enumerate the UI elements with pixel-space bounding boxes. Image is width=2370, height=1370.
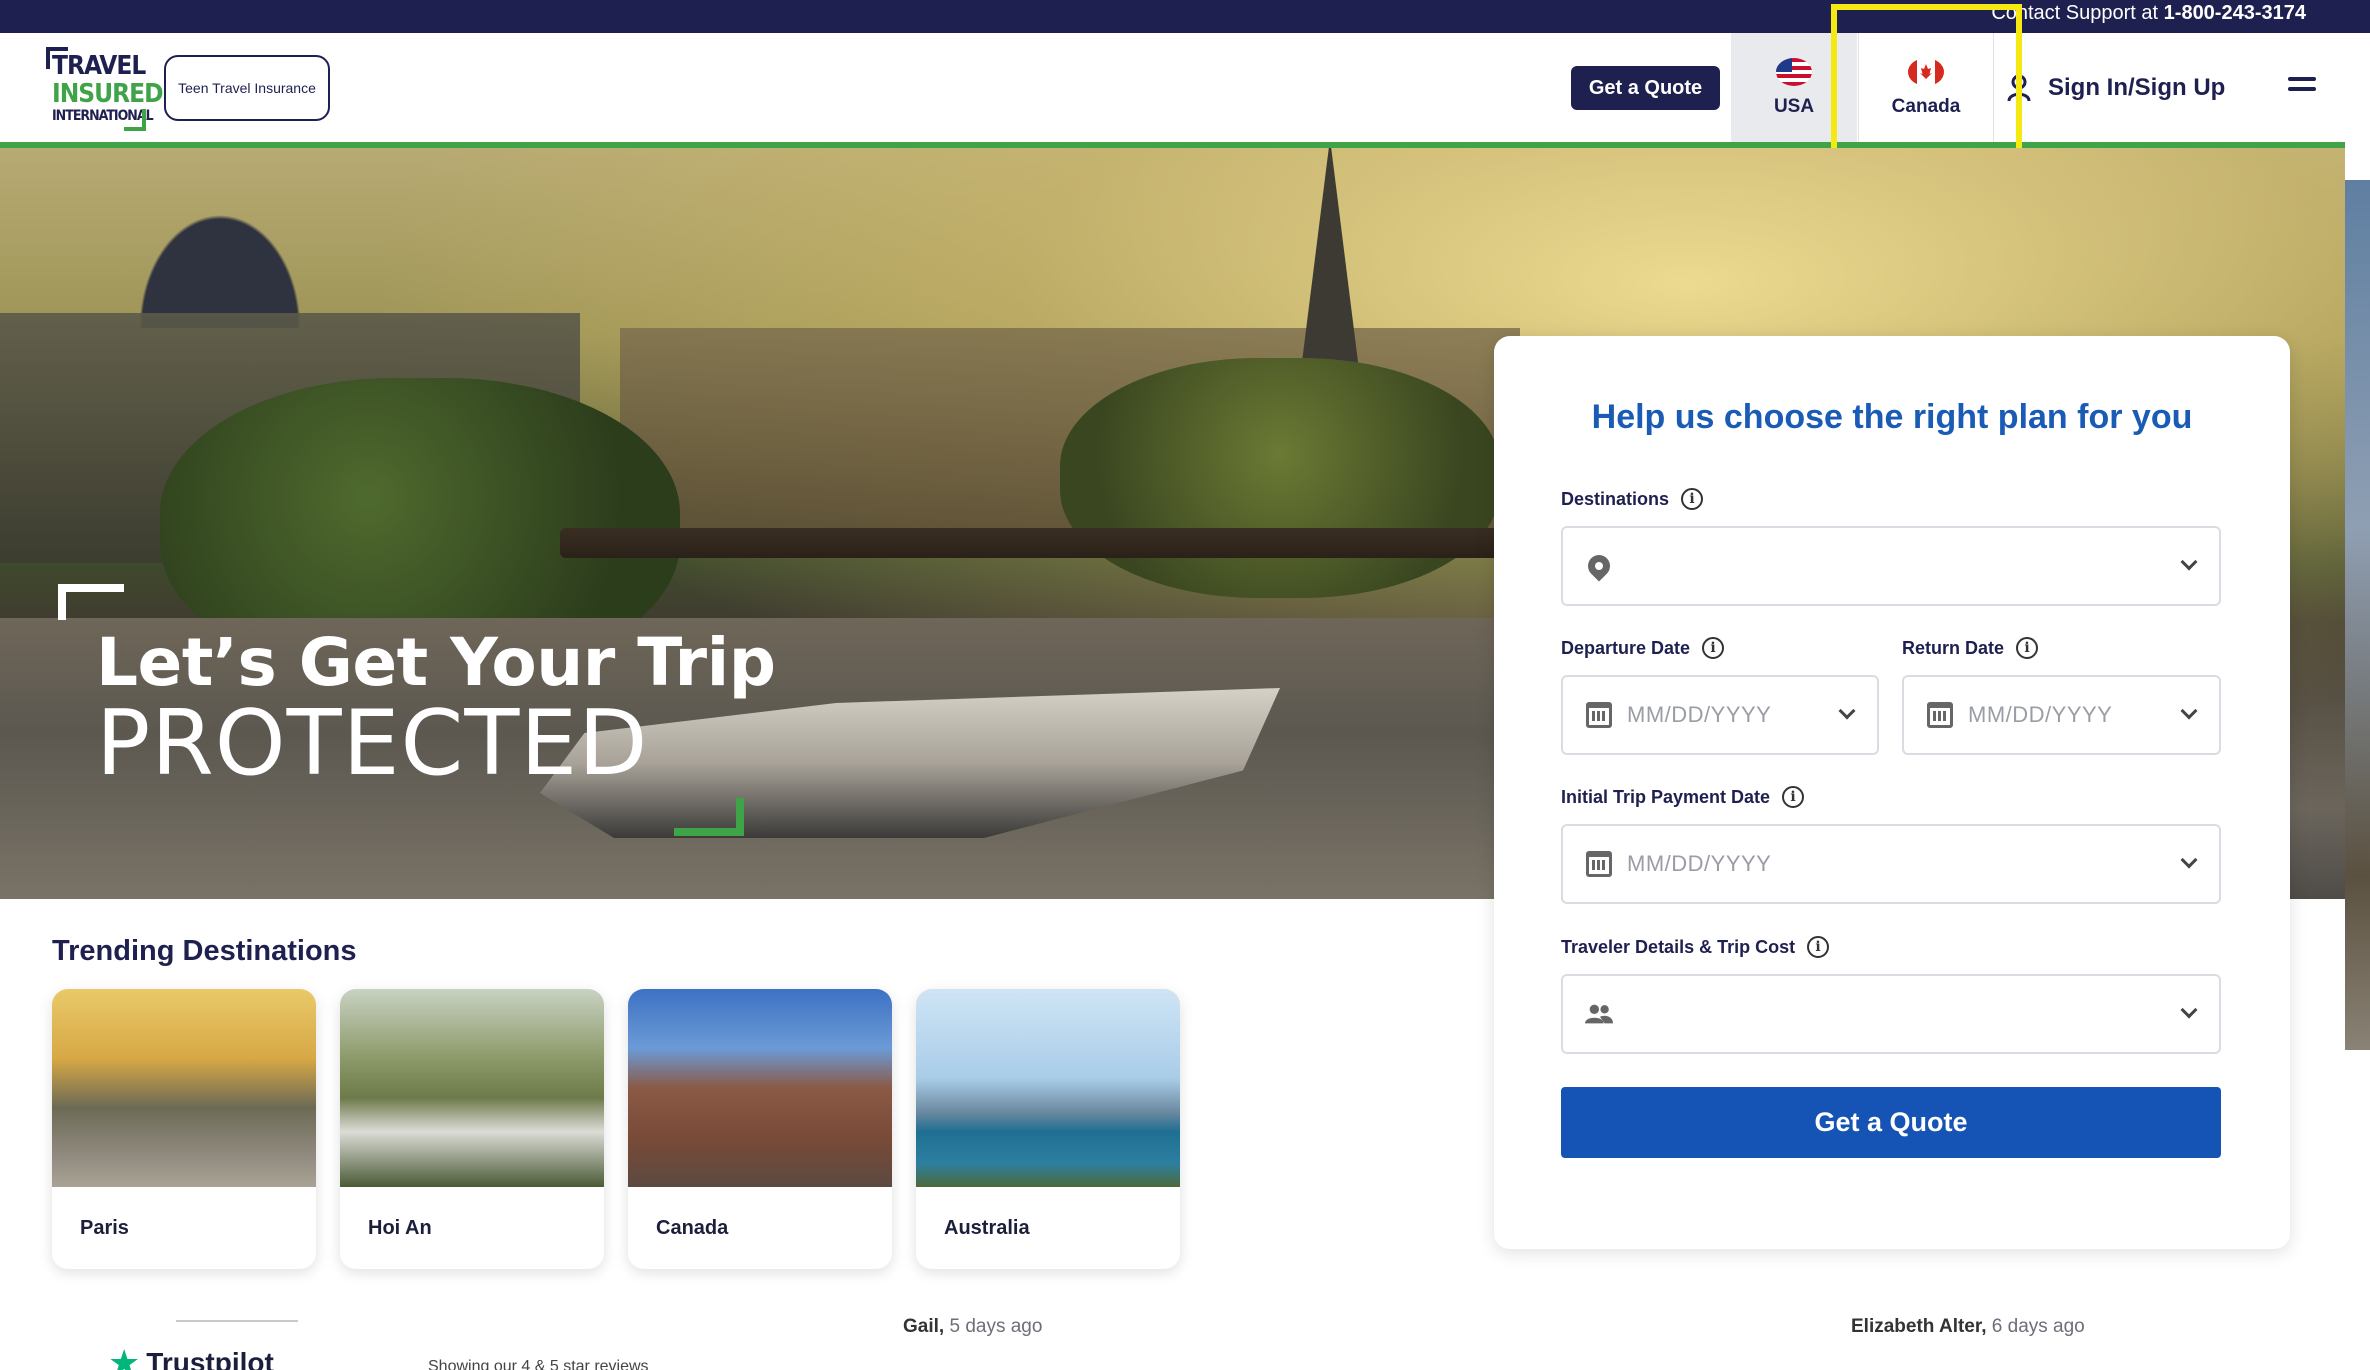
payment-date-label: Initial Trip Payment Date i (1561, 786, 1805, 808)
hero-corner-mark-green (674, 798, 744, 836)
destination-name: Canada (656, 1217, 729, 1239)
payment-date-placeholder: MM/DD/YYYY (1627, 851, 1772, 876)
sign-in-link[interactable]: Sign In/Sign Up (2006, 71, 2225, 105)
australia-image (916, 989, 1180, 1187)
canada-image (628, 989, 892, 1187)
us-flag-icon (1776, 58, 1812, 86)
sign-in-label: Sign In/Sign Up (2048, 74, 2226, 101)
return-date-placeholder: MM/DD/YYYY (1968, 702, 2113, 727)
destination-card-canada[interactable]: Canada (628, 989, 892, 1269)
travel-insured-logo[interactable]: TRAVEL INSURED INTERNATIONAL (46, 47, 164, 131)
payment-date-label-text: Initial Trip Payment Date (1561, 786, 1771, 807)
chevron-down-icon (2180, 702, 2198, 720)
destination-name: Paris (80, 1217, 129, 1239)
review-author: Elizabeth Alter, (1851, 1316, 1987, 1337)
teen-travel-insurance-button[interactable]: Teen Travel Insurance (164, 55, 330, 121)
review-author: Gail, (903, 1316, 945, 1337)
paris-image (52, 989, 316, 1187)
hero-title-line-1: Let’s Get Your Trip (96, 624, 776, 701)
chevron-down-icon (1838, 702, 1856, 720)
quote-form-card: Help us choose the right plan for you De… (1494, 336, 2290, 1249)
info-icon[interactable]: i (1702, 637, 1725, 659)
trending-title: Trending Destinations (52, 935, 357, 967)
get-quote-button[interactable]: Get a Quote (1561, 1087, 2221, 1158)
form-title: Help us choose the right plan for you (1591, 398, 2193, 436)
departure-date-field[interactable]: MM/DD/YYYY (1561, 675, 1879, 755)
calendar-icon (1926, 701, 1954, 729)
destination-card-paris[interactable]: Paris (52, 989, 316, 1269)
chevron-down-icon (2180, 1001, 2198, 1019)
departure-date-label-text: Departure Date (1561, 637, 1691, 658)
hero-title-line-2: PROTECTED (96, 691, 649, 797)
destination-name: Hoi An (368, 1217, 432, 1239)
star-icon: ★ (108, 1342, 141, 1370)
destinations-label: Destinations i (1561, 488, 1704, 510)
departure-date-label: Departure Date i (1561, 637, 1725, 659)
calendar-icon (1585, 850, 1613, 878)
support-bar: Contact Support at 1-800-243-3174 (0, 0, 2370, 33)
departure-date-placeholder: MM/DD/YYYY (1627, 702, 1772, 727)
review-date: 5 days ago (949, 1316, 1043, 1337)
review-meta: Gail, 5 days ago (903, 1316, 1042, 1338)
page-edge-image (2345, 180, 2370, 1050)
trustpilot-subtitle: Showing our 4 & 5 star reviews (428, 1358, 649, 1370)
return-date-label: Return Date i (1902, 637, 2039, 659)
payment-date-field[interactable]: MM/DD/YYYY (1561, 824, 2221, 904)
hamburger-menu-icon[interactable] (2288, 77, 2316, 99)
support-text: Contact Support at 1-800-243-3174 (1991, 0, 2306, 26)
hero-trees-shape-2 (1060, 358, 1500, 598)
people-icon (1585, 1000, 1613, 1028)
user-icon (2007, 74, 2031, 102)
traveler-details-select[interactable] (1561, 974, 2221, 1054)
country-canada[interactable]: Canada (1858, 33, 1994, 143)
logo-corner-mark-green (124, 109, 146, 131)
canada-flag-icon (1908, 58, 1944, 86)
country-usa-label: USA (1773, 96, 1815, 117)
support-phone-link[interactable]: 1-800-243-3174 (2164, 2, 2306, 24)
logo-line-1: TRAVEL (52, 51, 146, 81)
hero-eiffel-tower-shape (1300, 148, 1360, 378)
calendar-icon (1585, 701, 1613, 729)
hero-title: Let’s Get Your Trip PROTECTED (96, 624, 776, 797)
header-get-quote-button[interactable]: Get a Quote (1571, 66, 1720, 110)
review-meta: Elizabeth Alter, 6 days ago (1851, 1316, 2085, 1338)
destination-card-hoi-an[interactable]: Hoi An (340, 989, 604, 1269)
destination-name: Australia (944, 1217, 1030, 1239)
chevron-down-icon (2180, 553, 2198, 571)
return-date-label-text: Return Date (1902, 637, 2005, 658)
info-icon[interactable]: i (1807, 936, 1830, 958)
info-icon[interactable]: i (1681, 488, 1704, 510)
hero-dome-shape (120, 188, 320, 328)
support-prefix: Contact Support at (1991, 2, 2159, 24)
info-icon[interactable]: i (1782, 786, 1805, 808)
destinations-label-text: Destinations (1561, 488, 1670, 509)
traveler-details-label: Traveler Details & Trip Cost i (1561, 936, 1830, 958)
destinations-select[interactable] (1561, 526, 2221, 606)
hero-corner-mark (58, 584, 124, 620)
logo-line-2: INSURED (52, 79, 164, 109)
divider (176, 1320, 298, 1322)
country-canada-label: Canada (1891, 96, 1961, 117)
hoi-an-image (340, 989, 604, 1187)
location-pin-icon (1583, 550, 1615, 582)
country-usa[interactable]: USA (1731, 33, 1857, 143)
trustpilot-label: Trustpilot (146, 1347, 274, 1370)
site-header: TRAVEL INSURED INTERNATIONAL Teen Travel… (0, 33, 2345, 143)
return-date-field[interactable]: MM/DD/YYYY (1902, 675, 2221, 755)
trustpilot-logo[interactable]: ★ Trustpilot (108, 1342, 274, 1370)
info-icon[interactable]: i (2016, 637, 2039, 659)
review-date: 6 days ago (1991, 1316, 2085, 1337)
hero-bridge-shape (560, 528, 1520, 558)
destination-card-australia[interactable]: Australia (916, 989, 1180, 1269)
traveler-details-label-text: Traveler Details & Trip Cost (1561, 936, 1796, 957)
chevron-down-icon (2180, 851, 2198, 869)
